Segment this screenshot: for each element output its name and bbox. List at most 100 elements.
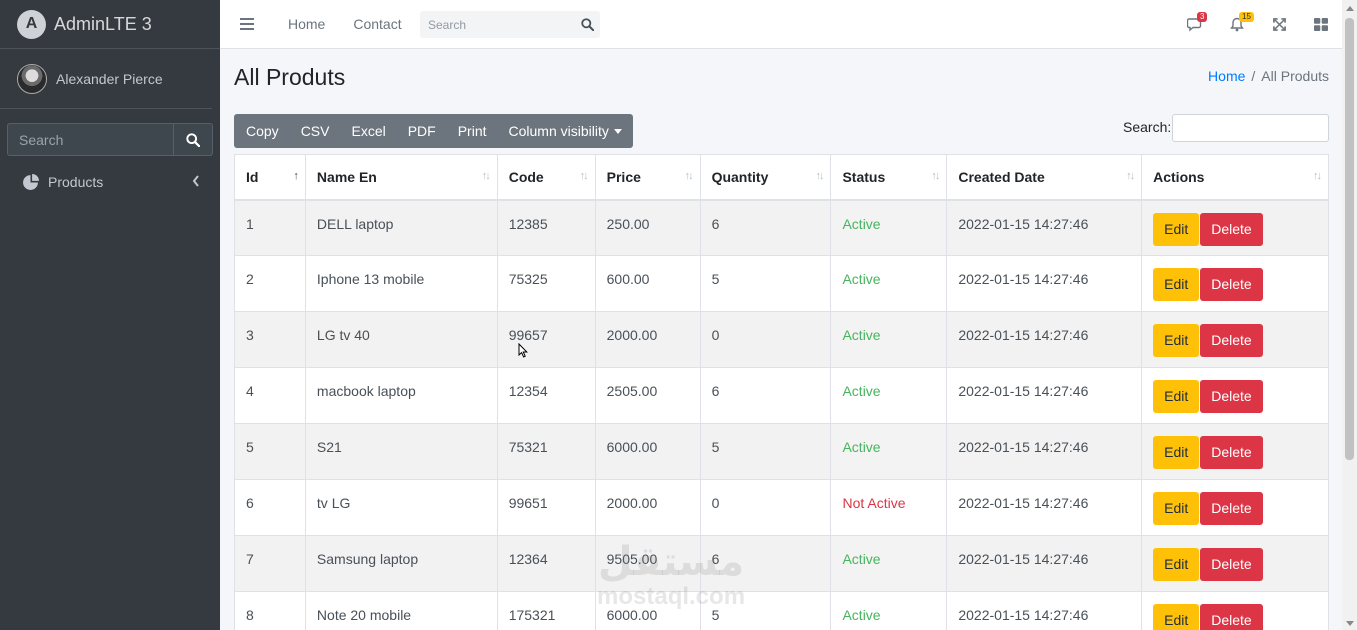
column-header-quantity[interactable]: Quantity ↑↓ bbox=[699, 154, 832, 201]
sort-icon: ↑↓ bbox=[684, 170, 694, 182]
column-header-created-date[interactable]: Created Date ↑↓ bbox=[946, 154, 1143, 201]
nav-link-home[interactable]: Home bbox=[288, 16, 325, 32]
delete-button[interactable]: Delete bbox=[1200, 268, 1263, 301]
edit-button[interactable]: Edit bbox=[1153, 604, 1200, 630]
delete-button[interactable]: Delete bbox=[1200, 324, 1263, 357]
delete-button[interactable]: Delete bbox=[1200, 548, 1263, 581]
cell-created-date: 2022-01-15 14:27:46 bbox=[946, 199, 1143, 256]
cell-status: Active bbox=[830, 199, 948, 256]
cell-status: Active bbox=[830, 311, 948, 368]
sidebar-search-button[interactable] bbox=[173, 123, 213, 156]
excel-button[interactable]: Excel bbox=[340, 114, 396, 148]
sort-icon: ↑↓ bbox=[1126, 170, 1135, 182]
cell-name: Iphone 13 mobile bbox=[304, 255, 498, 312]
fullscreen-button[interactable] bbox=[1258, 0, 1300, 49]
edit-button[interactable]: Edit bbox=[1153, 492, 1200, 525]
cell-name: Samsung laptop bbox=[304, 535, 498, 592]
cell-created-date: 2022-01-15 14:27:46 bbox=[946, 367, 1143, 424]
cell-actions: Edit Delete bbox=[1141, 423, 1329, 480]
cell-quantity: 5 bbox=[699, 255, 832, 312]
edit-button[interactable]: Edit bbox=[1153, 436, 1200, 469]
delete-button[interactable]: Delete bbox=[1200, 604, 1263, 630]
sidebar-item-products[interactable]: Products bbox=[8, 166, 212, 198]
nav-link-contact[interactable]: Contact bbox=[353, 16, 401, 32]
cell-actions: Edit Delete bbox=[1141, 311, 1329, 368]
edit-button[interactable]: Edit bbox=[1153, 324, 1200, 357]
csv-button[interactable]: CSV bbox=[290, 114, 341, 148]
cell-name: tv LG bbox=[304, 479, 498, 536]
cell-status: Active bbox=[830, 255, 948, 312]
user-name[interactable]: Alexander Pierce bbox=[56, 71, 163, 87]
cell-quantity: 5 bbox=[699, 591, 832, 630]
cell-quantity: 5 bbox=[699, 423, 832, 480]
cell-created-date: 2022-01-15 14:27:46 bbox=[946, 423, 1143, 480]
scrollbar-thumb[interactable] bbox=[1345, 18, 1354, 460]
page-scrollbar[interactable] bbox=[1342, 0, 1357, 630]
table-row: 3 LG tv 40 99657 2000.00 0 Active 2022-01-15 1… bbox=[234, 311, 1329, 368]
scroll-up-arrow-icon[interactable] bbox=[1346, 6, 1354, 11]
messages-dropdown[interactable]: 3 bbox=[1174, 0, 1216, 49]
edit-button[interactable]: Edit bbox=[1153, 548, 1200, 581]
delete-button[interactable]: Delete bbox=[1200, 492, 1263, 525]
cell-code: 12354 bbox=[496, 367, 596, 424]
column-header-label: Status bbox=[842, 168, 886, 185]
cell-created-date: 2022-01-15 14:27:46 bbox=[946, 255, 1143, 312]
navbar-right: 3 15 bbox=[1174, 0, 1342, 49]
print-button[interactable]: Print bbox=[447, 114, 498, 148]
delete-button[interactable]: Delete bbox=[1200, 436, 1263, 469]
copy-button[interactable]: Copy bbox=[234, 114, 290, 148]
cell-id: 2 bbox=[234, 255, 306, 312]
sort-icon: ↑↓ bbox=[481, 170, 491, 182]
table-header-row: Id ↑ Name En ↑↓ Code ↑↓ Price ↑↓ Quantity ↑↓ … bbox=[234, 154, 1329, 201]
cell-status: Active bbox=[830, 591, 948, 630]
cell-name: Note 20 mobile bbox=[304, 591, 498, 630]
column-header-actions[interactable]: Actions ↑↓ bbox=[1141, 154, 1329, 201]
cell-quantity: 6 bbox=[699, 367, 832, 424]
sort-icon: ↑↓ bbox=[931, 170, 940, 182]
edit-button[interactable]: Edit bbox=[1153, 212, 1200, 246]
column-header-label: Id bbox=[246, 168, 259, 185]
control-sidebar-button[interactable] bbox=[1300, 0, 1342, 49]
menu-toggle-icon[interactable] bbox=[240, 18, 254, 30]
user-panel[interactable]: Alexander Pierce bbox=[0, 49, 212, 109]
breadcrumb: Home / All Produts bbox=[1208, 68, 1329, 84]
sidebar-search-input[interactable]: Search bbox=[7, 123, 173, 156]
sort-icon: ↑↓ bbox=[1313, 170, 1322, 182]
column-header-price[interactable]: Price ↑↓ bbox=[594, 154, 701, 201]
avatar bbox=[17, 63, 47, 94]
scroll-down-arrow-icon[interactable] bbox=[1346, 621, 1354, 626]
cell-price: 2000.00 bbox=[594, 479, 701, 536]
cell-code: 175321 bbox=[496, 591, 596, 630]
notifications-dropdown[interactable]: 15 bbox=[1216, 0, 1258, 49]
column-visibility-button[interactable]: Column visibility bbox=[498, 114, 633, 148]
chevron-left-icon bbox=[192, 175, 199, 187]
pdf-button[interactable]: PDF bbox=[397, 114, 447, 148]
breadcrumb-home-link[interactable]: Home bbox=[1208, 68, 1245, 84]
delete-button[interactable]: Delete bbox=[1200, 380, 1263, 413]
delete-button[interactable]: Delete bbox=[1200, 212, 1263, 246]
cell-id: 3 bbox=[234, 311, 306, 368]
products-table: Id ↑ Name En ↑↓ Code ↑↓ Price ↑↓ Quantity ↑↓ … bbox=[234, 154, 1329, 630]
cell-created-date: 2022-01-15 14:27:46 bbox=[946, 535, 1143, 592]
cell-quantity: 0 bbox=[699, 311, 832, 368]
cell-id: 8 bbox=[234, 591, 306, 630]
cell-price: 2000.00 bbox=[594, 311, 701, 368]
column-header-label: Code bbox=[508, 168, 544, 185]
brand-link[interactable]: A AdminLTE 3 bbox=[0, 0, 220, 49]
messages-badge: 3 bbox=[1197, 12, 1208, 22]
column-header-code[interactable]: Code ↑↓ bbox=[496, 154, 596, 201]
cell-name: LG tv 40 bbox=[304, 311, 498, 368]
navbar-search-button[interactable] bbox=[574, 18, 600, 31]
chart-pie-icon bbox=[23, 173, 39, 190]
cell-status: Not Active bbox=[830, 479, 948, 536]
navbar-search: Search bbox=[420, 11, 600, 38]
edit-button[interactable]: Edit bbox=[1153, 380, 1200, 413]
sort-icon: ↑↓ bbox=[579, 170, 589, 182]
navbar-search-input[interactable]: Search bbox=[420, 18, 574, 32]
column-header-id[interactable]: Id ↑ bbox=[234, 154, 306, 201]
edit-button[interactable]: Edit bbox=[1153, 268, 1200, 301]
column-header-status[interactable]: Status ↑↓ bbox=[830, 154, 948, 201]
table-search-input[interactable] bbox=[1172, 114, 1329, 142]
column-header-name-en[interactable]: Name En ↑↓ bbox=[304, 154, 498, 201]
expand-arrows-icon bbox=[1272, 18, 1286, 31]
